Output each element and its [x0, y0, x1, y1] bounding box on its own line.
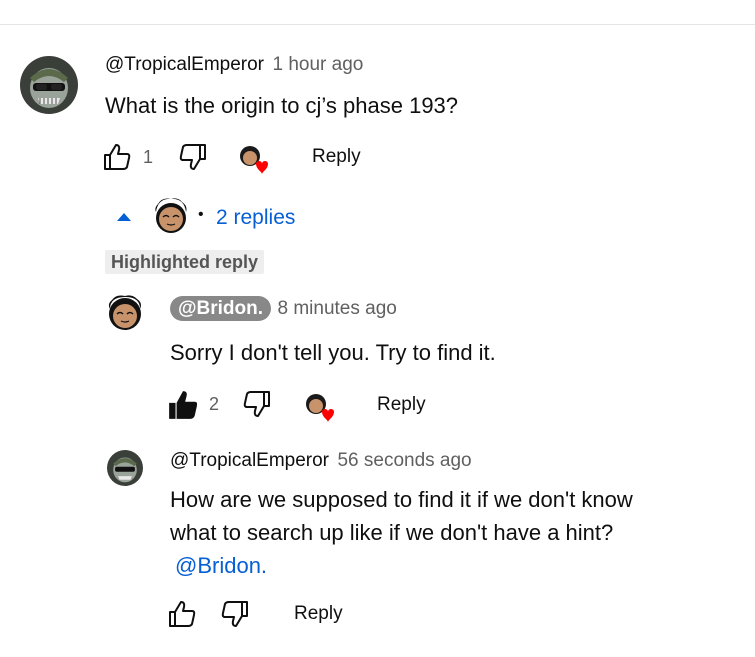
reply2-like-button[interactable]	[167, 599, 197, 629]
heart-icon	[322, 409, 334, 422]
reply2-time[interactable]: 56 seconds ago	[337, 450, 471, 471]
reply2-text-line1: How are we supposed to find it if we don…	[170, 487, 633, 512]
reply2-dislike-button[interactable]	[220, 599, 250, 629]
tropicalemperor-avatar[interactable]	[20, 56, 78, 114]
comment-time[interactable]: 1 hour ago	[272, 54, 363, 75]
reply2-header: @TropicalEmperor 56 seconds ago	[170, 450, 472, 472]
top-divider	[0, 24, 755, 25]
like-count: 1	[143, 147, 154, 167]
reply2-reply-button[interactable]: Reply	[294, 603, 343, 625]
author-handle[interactable]: @TropicalEmperor	[105, 54, 264, 75]
reply1-creator-heart-badge	[304, 392, 338, 424]
reply1-time[interactable]: 8 minutes ago	[277, 298, 396, 319]
mention-link[interactable]: @Bridon.	[175, 549, 267, 582]
reply2-author-handle[interactable]: @TropicalEmperor	[170, 450, 329, 471]
thumbs-down-icon	[243, 391, 270, 417]
heart-icon	[256, 161, 268, 174]
like-button[interactable]	[102, 142, 132, 172]
reply-button[interactable]: Reply	[312, 146, 361, 168]
caret-up-icon	[117, 213, 131, 221]
reply1-text: Sorry I don't tell you. Try to find it.	[170, 340, 496, 365]
thumbs-up-filled-icon	[169, 391, 198, 419]
author-handle-pill[interactable]: @Bridon.	[170, 296, 272, 321]
reply1-header: @Bridon. 8 minutes ago	[170, 296, 397, 321]
replies-count-label[interactable]: 2 replies	[216, 206, 295, 230]
top-comment-text: What is the origin to cj’s phase 193?	[105, 93, 459, 118]
reply2-text-line2: what to search up like if we don't have …	[170, 520, 614, 545]
thumbs-up-icon	[169, 601, 196, 627]
tropicalemperor-small-avatar[interactable]	[107, 450, 143, 486]
bridon-mini-avatar	[155, 198, 187, 233]
replies-toggle[interactable]: • 2 replies	[110, 196, 310, 236]
thumbs-down-icon	[221, 601, 248, 627]
highlighted-reply-label: Highlighted reply	[105, 250, 265, 274]
reply1-dislike-button[interactable]	[242, 389, 272, 419]
reply1-reply-button[interactable]: Reply	[377, 394, 426, 416]
highlighted-reply-badge: Highlighted reply	[105, 250, 265, 274]
bridon-avatar[interactable]	[107, 295, 143, 331]
reply1-like-button[interactable]	[167, 389, 199, 421]
thumbs-up-icon	[104, 144, 131, 170]
separator-dot: •	[198, 206, 204, 223]
reply1-like-count: 2	[209, 394, 220, 414]
top-comment-header: @TropicalEmperor 1 hour ago	[105, 54, 363, 76]
thumbs-down-icon	[179, 144, 206, 170]
dislike-button[interactable]	[178, 142, 208, 172]
creator-heart-badge	[238, 144, 272, 176]
